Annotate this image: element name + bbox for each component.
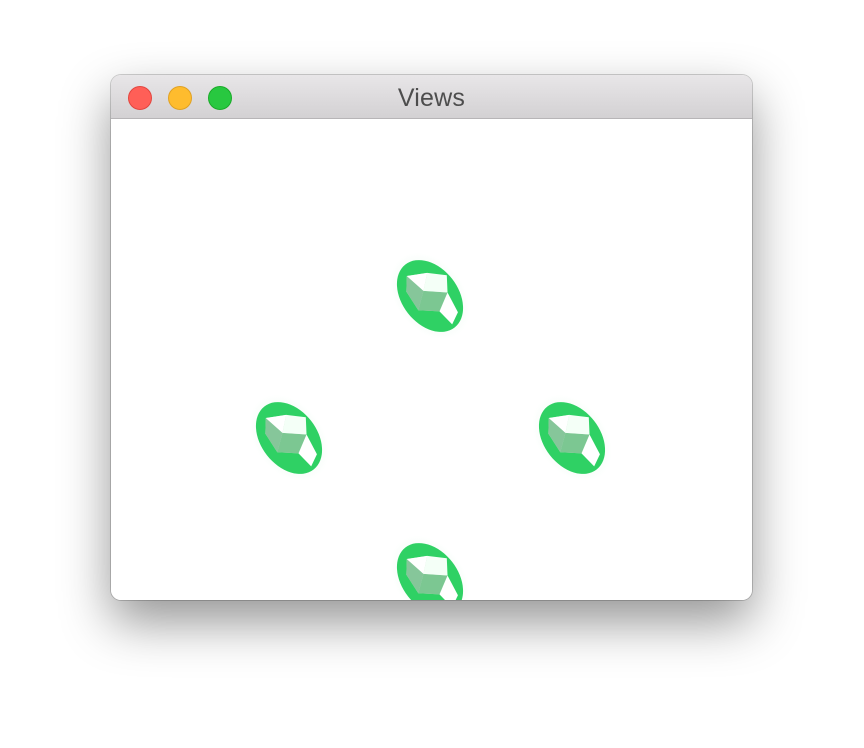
gem-left <box>249 394 329 482</box>
views-canvas[interactable] <box>111 119 752 600</box>
title-bar[interactable]: Views <box>111 75 752 119</box>
app-window: Views <box>111 75 752 600</box>
window-title: Views <box>397 84 466 112</box>
gem-bottom <box>390 535 470 600</box>
gem-top <box>390 252 470 340</box>
gem-right <box>532 394 612 482</box>
